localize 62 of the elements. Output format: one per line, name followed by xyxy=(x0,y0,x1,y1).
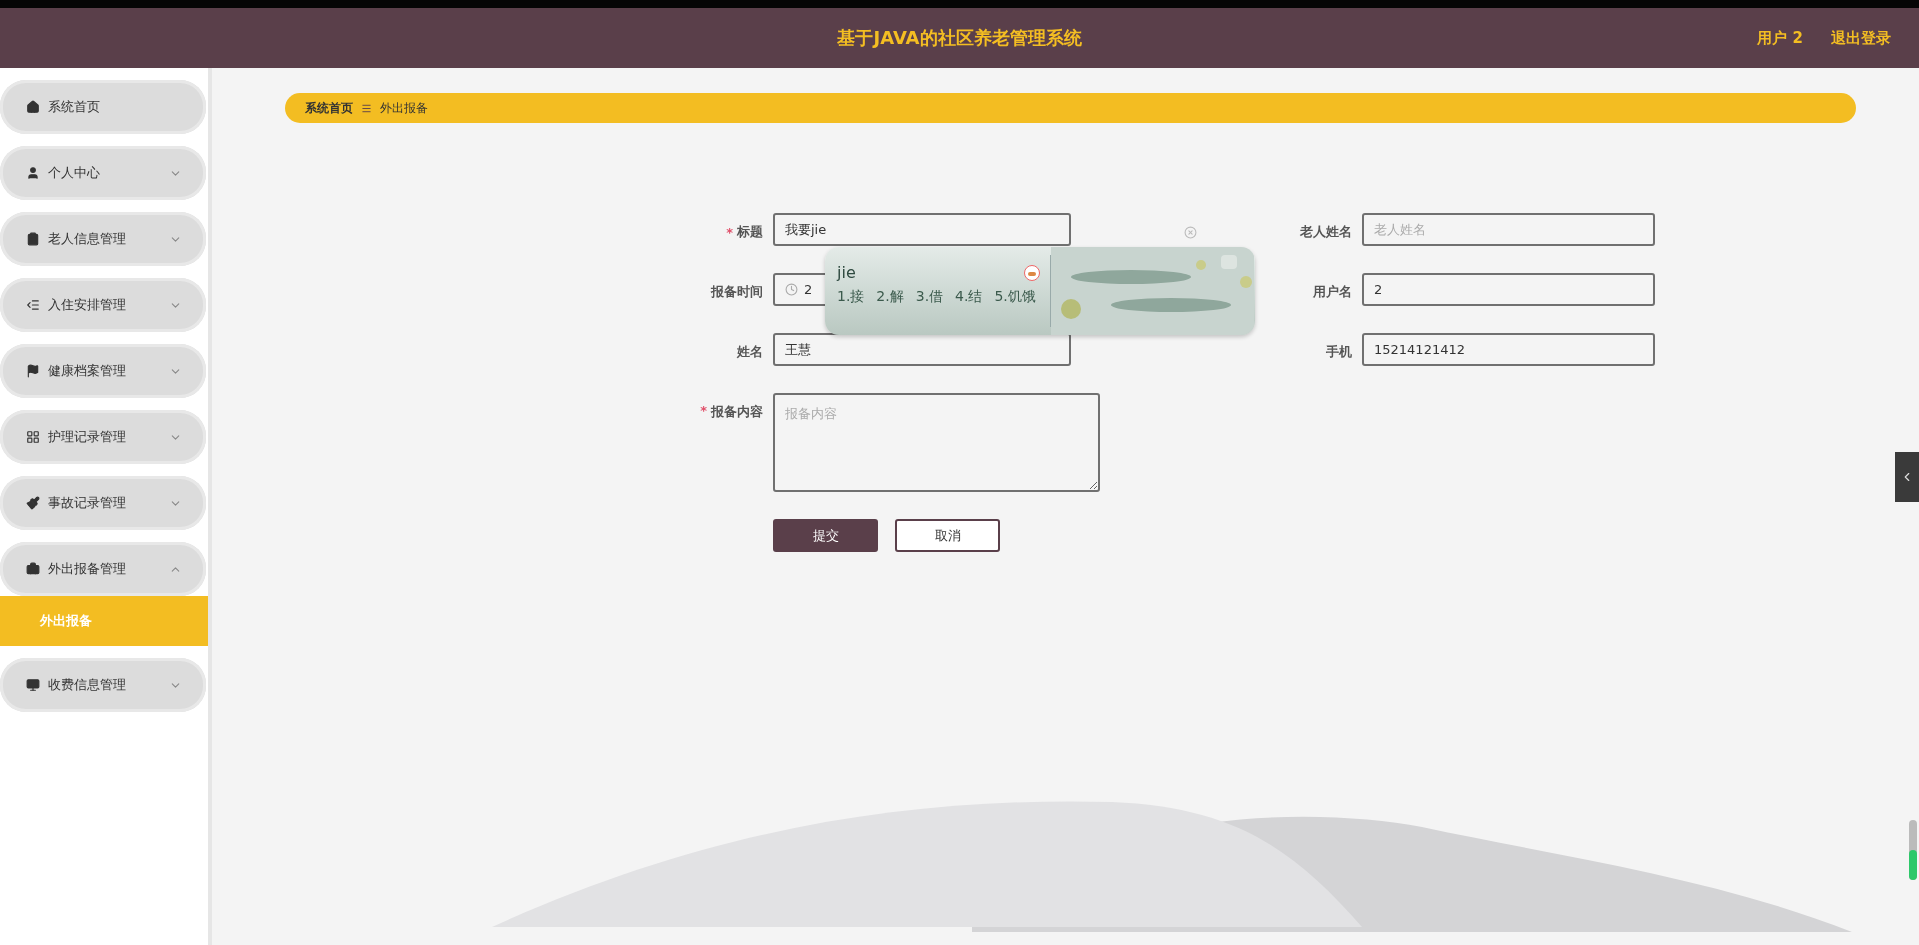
list-icon xyxy=(26,298,40,312)
user-link[interactable]: 用户 2 xyxy=(1757,28,1803,48)
volume-meter-icon xyxy=(1909,820,1917,880)
menu-label: 外出报备管理 xyxy=(48,560,127,578)
briefcase-icon xyxy=(26,562,40,576)
clipboard-icon xyxy=(26,232,40,246)
menu-label: 个人中心 xyxy=(48,164,101,182)
logout-link[interactable]: 退出登录 xyxy=(1831,28,1891,48)
menu-label: 系统首页 xyxy=(48,98,101,116)
mascot-icon xyxy=(1024,264,1040,281)
menu-label: 老人信息管理 xyxy=(48,230,127,248)
field-label: 标题 xyxy=(737,223,763,241)
menu-label: 收费信息管理 xyxy=(48,676,127,694)
field-label: 报备时间 xyxy=(711,283,763,301)
sidebar-item[interactable]: 个人中心 xyxy=(0,146,206,200)
sidebar-item[interactable]: 老人信息管理 xyxy=(0,212,206,266)
user-icon xyxy=(26,166,40,180)
app-title: 基于JAVA的社区养老管理系统 xyxy=(837,26,1082,50)
sidebar-item[interactable]: 护理记录管理 xyxy=(0,410,206,464)
field-label: 手机 xyxy=(1326,343,1352,361)
ime-candidate[interactable]: 2.解 xyxy=(876,288,904,306)
composition-text: jie xyxy=(837,263,856,282)
menu-label: 健康档案管理 xyxy=(48,362,127,380)
sidebar-item[interactable]: 系统首页 xyxy=(0,80,206,134)
input-field[interactable]: 15214121412 xyxy=(1362,333,1655,366)
text-area[interactable]: 报备内容 xyxy=(773,393,1100,492)
sidebar-item[interactable]: 收费信息管理 xyxy=(0,658,206,712)
required-mark: * xyxy=(726,224,733,240)
cancel-button[interactable]: 取消 xyxy=(895,519,1000,552)
sidebar-item[interactable]: 健康档案管理 xyxy=(0,344,206,398)
menu-label: 事故记录管理 xyxy=(48,494,127,512)
clear-icon[interactable] xyxy=(1184,225,1197,239)
separator-icon xyxy=(361,102,372,114)
required-mark: * xyxy=(700,403,707,418)
ime-candidate[interactable]: 3.借 xyxy=(915,288,944,306)
clock-icon xyxy=(785,283,798,296)
home-icon xyxy=(26,100,40,114)
breadcrumb-link[interactable]: 外出报备 xyxy=(380,99,428,117)
field-label: 老人姓名 xyxy=(1300,223,1352,241)
monitor-icon xyxy=(26,678,40,692)
input-field[interactable]: 2 xyxy=(1362,273,1655,306)
paintbrush-icon xyxy=(26,496,40,510)
menu-label: 护理记录管理 xyxy=(48,428,127,446)
menu-label: 入住安排管理 xyxy=(48,296,127,314)
sidebar-item[interactable]: 入住安排管理 xyxy=(0,278,206,332)
field-value: 2 xyxy=(804,282,813,297)
flag-icon xyxy=(26,364,40,378)
submit-button[interactable]: 提交 xyxy=(773,519,878,552)
sidebar-item[interactable]: 外出报备管理 xyxy=(0,542,206,596)
input-field[interactable]: 我要jie xyxy=(773,213,1071,246)
field-label: 姓名 xyxy=(737,343,763,361)
ime-candidate[interactable]: 5.饥饿 xyxy=(994,288,1036,306)
field-label: 报备内容 xyxy=(711,403,763,421)
ime-candidate[interactable]: 1.接 xyxy=(837,288,865,306)
input-field[interactable]: 老人姓名 xyxy=(1362,213,1655,246)
side-toggle-button[interactable] xyxy=(1895,452,1919,502)
ime-candidate[interactable]: 4.结 xyxy=(955,288,983,306)
grid-icon xyxy=(26,430,40,444)
field-label: 用户名 xyxy=(1313,283,1352,301)
input-field[interactable]: 王慧 xyxy=(773,333,1071,366)
breadcrumb-link[interactable]: 系统首页 xyxy=(305,99,353,117)
sidebar-item[interactable]: 事故记录管理 xyxy=(0,476,206,530)
